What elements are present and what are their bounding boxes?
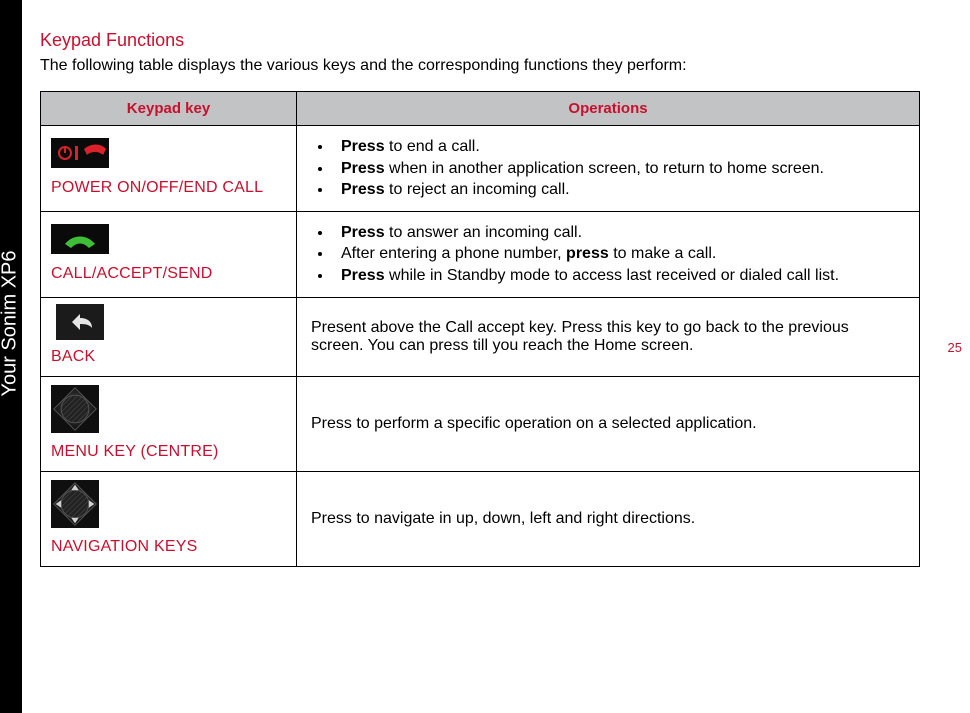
- table-row: POWER ON/OFF/END CALL Press to end a cal…: [41, 126, 920, 212]
- key-label: BACK: [51, 348, 286, 366]
- operations-list: Press to end a call. Press when in anoth…: [311, 136, 905, 201]
- back-icon: [51, 306, 109, 338]
- page-number: 25: [948, 340, 962, 355]
- sidebar-chapter-label: Your Sonim XP6: [0, 267, 22, 397]
- list-item: Press to reject an incoming call.: [333, 179, 905, 201]
- operation-text: Press to perform a specific operation on…: [297, 376, 920, 471]
- page-content: Keypad Functions The following table dis…: [40, 30, 920, 567]
- key-label: MENU KEY (CENTRE): [51, 443, 286, 461]
- operations-list: Press to answer an incoming call. After …: [311, 222, 905, 287]
- section-intro: The following table displays the various…: [40, 57, 920, 75]
- end-call-icon: [51, 137, 109, 169]
- sidebar: Your Sonim XP6: [0, 0, 22, 713]
- section-title: Keypad Functions: [40, 30, 920, 51]
- key-label: NAVIGATION KEYS: [51, 538, 286, 556]
- operation-text: Press to navigate in up, down, left and …: [297, 471, 920, 566]
- list-item: Press while in Standby mode to access la…: [333, 265, 905, 287]
- accept-call-icon: [51, 223, 109, 255]
- table-row: BACK Present above the Call accept key. …: [41, 297, 920, 376]
- table-row: NAVIGATION KEYS Press to navigate in up,…: [41, 471, 920, 566]
- table-row: MENU KEY (CENTRE) Press to perform a spe…: [41, 376, 920, 471]
- table-header-ops: Operations: [297, 92, 920, 126]
- operation-text: Present above the Call accept key. Press…: [297, 297, 920, 376]
- list-item: Press when in another application screen…: [333, 158, 905, 180]
- menu-center-icon: [51, 385, 99, 433]
- list-item: Press to end a call.: [333, 136, 905, 158]
- table-header-key: Keypad key: [41, 92, 297, 126]
- table-row: CALL/ACCEPT/SEND Press to answer an inco…: [41, 211, 920, 297]
- key-label: POWER ON/OFF/END CALL: [51, 179, 286, 197]
- list-item: After entering a phone number, press to …: [333, 243, 905, 265]
- keypad-functions-table: Keypad key Operations: [40, 91, 920, 567]
- list-item: Press to answer an incoming call.: [333, 222, 905, 244]
- key-label: CALL/ACCEPT/SEND: [51, 265, 286, 283]
- navigation-keys-icon: [51, 480, 99, 528]
